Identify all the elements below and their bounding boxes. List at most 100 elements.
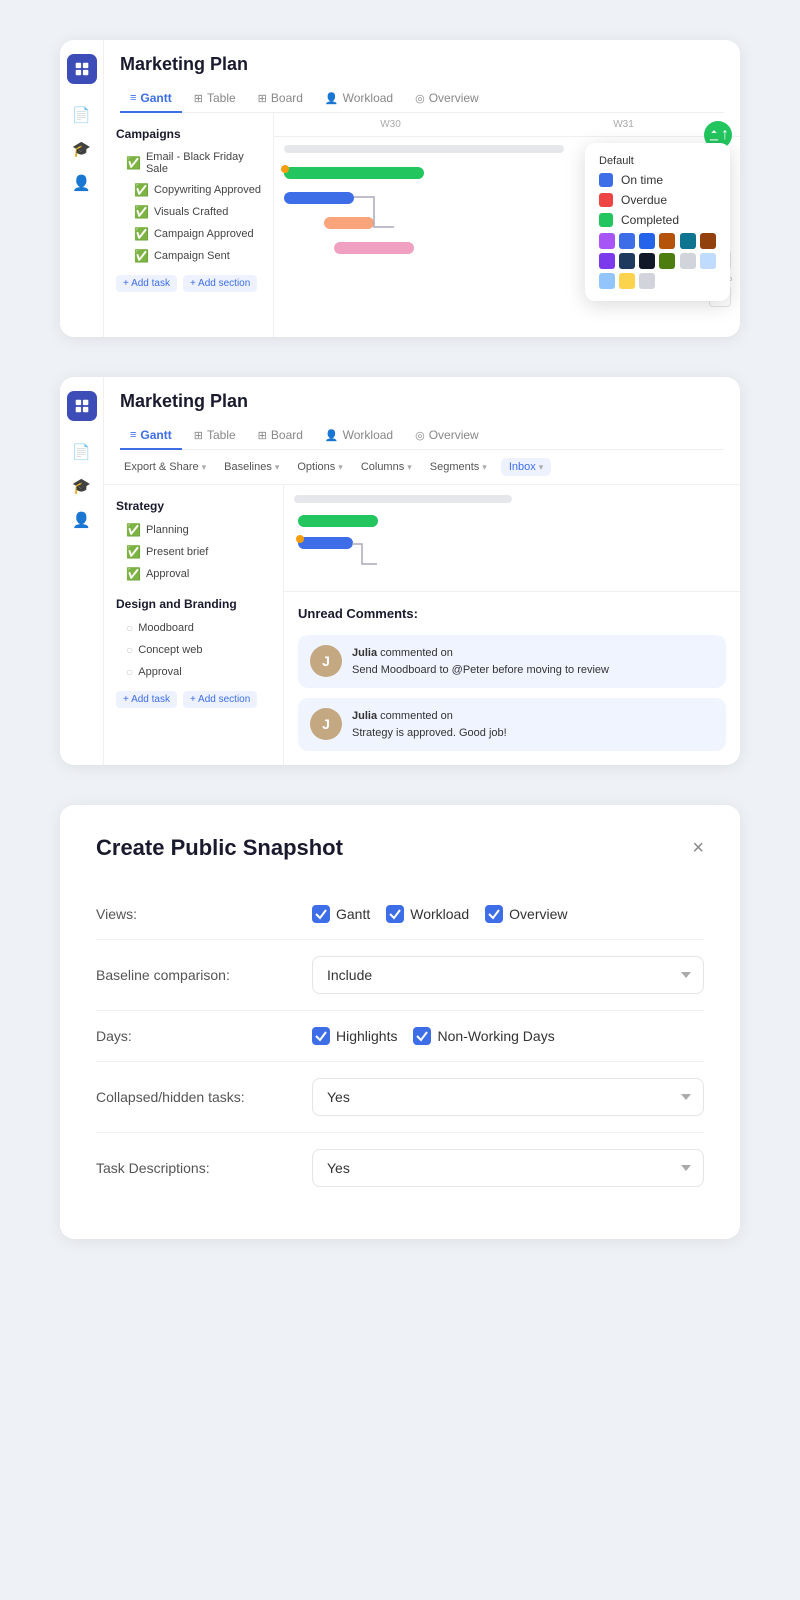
task-1-1[interactable]: ✅ Copywriting Approved bbox=[104, 179, 273, 201]
gantt-checkbox[interactable] bbox=[312, 905, 330, 923]
options-chevron: ▾ bbox=[338, 462, 343, 473]
export-btn[interactable]: Export & Share ▾ bbox=[120, 458, 210, 476]
swatch-11[interactable] bbox=[700, 253, 716, 269]
days-control: Highlights Non-Working Days bbox=[312, 1027, 704, 1045]
card2-main: Marketing Plan ≡ Gantt ⊞ Table ⊞ Board 👤… bbox=[104, 377, 740, 765]
check2-3: ○ bbox=[126, 621, 133, 635]
table-icon-2: ⊞ bbox=[194, 429, 203, 442]
view-gantt-check[interactable]: Gantt bbox=[312, 905, 370, 923]
add-task-btn-1[interactable]: + Add task bbox=[116, 275, 177, 292]
add-task-btn-2[interactable]: + Add task bbox=[116, 691, 177, 708]
board-icon-1: ⊞ bbox=[258, 92, 267, 105]
swatch-6[interactable] bbox=[599, 253, 615, 269]
popup-ontime[interactable]: On time bbox=[599, 173, 716, 187]
tab-workload-1[interactable]: 👤 Workload bbox=[315, 85, 403, 113]
tab-workload-2[interactable]: 👤 Workload bbox=[315, 422, 403, 450]
nonworking-checkbox[interactable] bbox=[413, 1027, 431, 1045]
card1-content: Campaigns ✅ Email - Black Friday Sale ✅ … bbox=[104, 113, 740, 337]
card1-header: Marketing Plan ≡ Gantt ⊞ Table ⊞ Board 👤… bbox=[104, 40, 740, 113]
table-icon-1: ⊞ bbox=[194, 92, 203, 105]
nonworking-check[interactable]: Non-Working Days bbox=[413, 1027, 554, 1045]
tab-overview-2[interactable]: ◎ Overview bbox=[405, 422, 489, 450]
collapsed-select[interactable]: Yes No bbox=[312, 1078, 704, 1116]
tab-gantt-1[interactable]: ≡ Gantt bbox=[120, 85, 182, 113]
swatch-8[interactable] bbox=[639, 253, 655, 269]
task-1-3[interactable]: ✅ Campaign Approved bbox=[104, 223, 273, 245]
descriptions-select[interactable]: Yes No bbox=[312, 1149, 704, 1187]
bar-green-main bbox=[284, 167, 424, 179]
popup-completed[interactable]: Completed bbox=[599, 213, 716, 227]
swatch-4[interactable] bbox=[680, 233, 696, 249]
overview-checkbox[interactable] bbox=[485, 905, 503, 923]
views-row: Views: Gantt Workload bbox=[96, 889, 704, 940]
card1-main: Marketing Plan ≡ Gantt ⊞ Table ⊞ Board 👤… bbox=[104, 40, 740, 337]
swatch-0[interactable] bbox=[599, 233, 615, 249]
sidebar-icon-doc-2[interactable]: 📄 bbox=[72, 443, 91, 461]
columns-btn[interactable]: Columns ▾ bbox=[357, 458, 416, 476]
baseline-select[interactable]: Include Exclude bbox=[312, 956, 704, 994]
popup-overdue[interactable]: Overdue bbox=[599, 193, 716, 207]
add-section-btn-1[interactable]: + Add section bbox=[183, 275, 257, 292]
check2-0: ✅ bbox=[126, 523, 141, 537]
card2-header: Marketing Plan ≡ Gantt ⊞ Table ⊞ Board 👤… bbox=[104, 377, 740, 450]
tab-overview-1[interactable]: ◎ Overview bbox=[405, 85, 489, 113]
task-2-3[interactable]: ○ Moodboard bbox=[104, 617, 283, 639]
tab-table-1[interactable]: ⊞ Table bbox=[184, 85, 246, 113]
highlights-checkbox[interactable] bbox=[312, 1027, 330, 1045]
card2-gantt-mini bbox=[284, 485, 740, 592]
swatch-5[interactable] bbox=[700, 233, 716, 249]
sidebar-2: 📄 🎓 👤 bbox=[60, 377, 104, 765]
mini-bar-green bbox=[298, 515, 378, 527]
modal-header: Create Public Snapshot × bbox=[96, 835, 704, 861]
task-2-0[interactable]: ✅ Planning bbox=[104, 519, 283, 541]
view-overview-check[interactable]: Overview bbox=[485, 905, 567, 923]
color-popup: Default On time Overdue Completed bbox=[585, 143, 730, 301]
swatch-9[interactable] bbox=[659, 253, 675, 269]
close-modal-btn[interactable]: × bbox=[692, 838, 704, 858]
highlights-check[interactable]: Highlights bbox=[312, 1027, 397, 1045]
workload-checkbox[interactable] bbox=[386, 905, 404, 923]
baseline-row: Baseline comparison: Include Exclude bbox=[96, 940, 704, 1011]
task-2-2[interactable]: ✅ Approval bbox=[104, 563, 283, 585]
dot-overdue bbox=[599, 193, 613, 207]
sidebar-icon-grad-2[interactable]: 🎓 bbox=[72, 477, 91, 495]
check2-5: ○ bbox=[126, 665, 133, 679]
task-1-2[interactable]: ✅ Visuals Crafted bbox=[104, 201, 273, 223]
check-icon-3: ✅ bbox=[134, 227, 149, 241]
options-btn[interactable]: Options ▾ bbox=[293, 458, 346, 476]
inbox-btn[interactable]: Inbox ▾ bbox=[501, 458, 551, 476]
task-2-5[interactable]: ○ Approval bbox=[104, 661, 283, 683]
swatch-7[interactable] bbox=[619, 253, 635, 269]
add-btns-1: + Add task + Add section bbox=[104, 267, 273, 300]
tab-table-2[interactable]: ⊞ Table bbox=[184, 422, 246, 450]
swatch-2[interactable] bbox=[639, 233, 655, 249]
tab-gantt-2[interactable]: ≡ Gantt bbox=[120, 422, 182, 450]
add-section-btn-2[interactable]: + Add section bbox=[183, 691, 257, 708]
baselines-btn[interactable]: Baselines ▾ bbox=[220, 458, 283, 476]
swatch-13[interactable] bbox=[619, 273, 635, 289]
sidebar-icon-person[interactable]: 👤 bbox=[72, 174, 91, 192]
scroll-bar-1 bbox=[284, 145, 564, 153]
view-workload-check[interactable]: Workload bbox=[386, 905, 469, 923]
tab-board-1[interactable]: ⊞ Board bbox=[248, 85, 313, 113]
dot-completed bbox=[599, 213, 613, 227]
sidebar-icon-person-2[interactable]: 👤 bbox=[72, 511, 91, 529]
baseline-label: Baseline comparison: bbox=[96, 967, 296, 983]
check2-2: ✅ bbox=[126, 567, 141, 581]
task-2-1[interactable]: ✅ Present brief bbox=[104, 541, 283, 563]
swatch-3[interactable] bbox=[659, 233, 675, 249]
board-icon-2: ⊞ bbox=[258, 429, 267, 442]
swatch-10[interactable] bbox=[680, 253, 696, 269]
bar-blue-1 bbox=[284, 192, 354, 204]
swatch-14[interactable] bbox=[639, 273, 655, 289]
task-1-0[interactable]: ✅ Email - Black Friday Sale bbox=[104, 147, 273, 179]
task-2-4[interactable]: ○ Concept web bbox=[104, 639, 283, 661]
sidebar-icon-grad[interactable]: 🎓 bbox=[72, 140, 91, 158]
toolbar-2: Export & Share ▾ Baselines ▾ Options ▾ C… bbox=[104, 450, 740, 485]
swatch-1[interactable] bbox=[619, 233, 635, 249]
swatch-12[interactable] bbox=[599, 273, 615, 289]
segments-btn[interactable]: Segments ▾ bbox=[426, 458, 491, 476]
sidebar-icon-doc[interactable]: 📄 bbox=[72, 106, 91, 124]
tab-board-2[interactable]: ⊞ Board bbox=[248, 422, 313, 450]
task-1-4[interactable]: ✅ Campaign Sent bbox=[104, 245, 273, 267]
